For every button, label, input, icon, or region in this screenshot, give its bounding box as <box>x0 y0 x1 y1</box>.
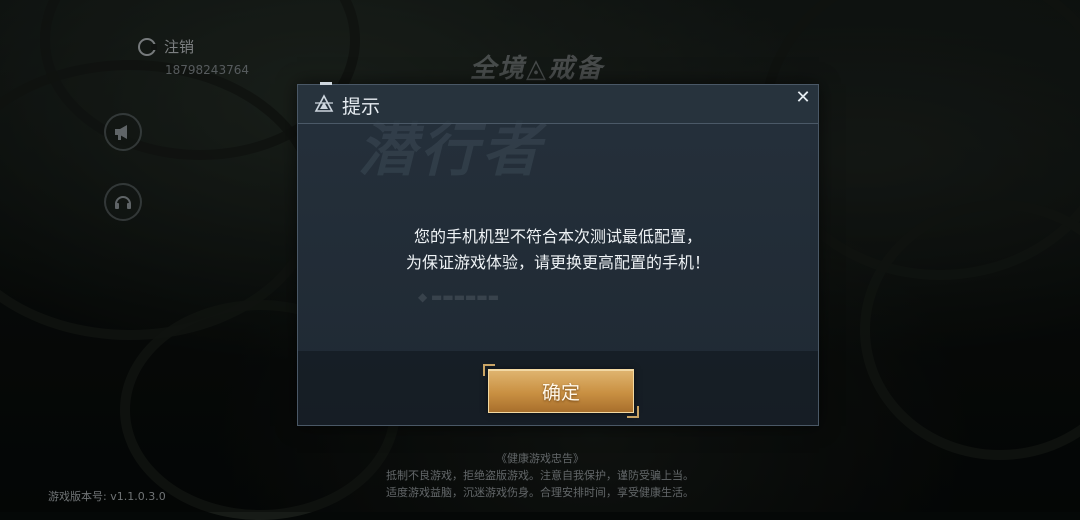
dialog-title: 提示 <box>342 96 381 118</box>
background-server-hint: ◆ ▬▬▬▬▬▬ <box>418 290 500 304</box>
confirm-button[interactable]: 确定 <box>483 364 639 418</box>
triangle-emblem-icon <box>314 94 334 112</box>
alert-dialog: 潜行者 提示 ✕ ◆ ▬▬▬▬▬▬ 您的手机机型不符合本次测试最低配置， 为保证… <box>297 82 819 426</box>
close-icon[interactable]: ✕ <box>794 89 812 107</box>
dialog-message-line: 您的手机机型不符合本次测试最低配置， <box>413 227 702 246</box>
confirm-button-label: 确定 <box>541 381 580 404</box>
dialog-header: 提示 ✕ <box>298 85 818 124</box>
dialog-message-line: 为保证游戏体验，请更换更高配置的手机！ <box>405 253 710 272</box>
